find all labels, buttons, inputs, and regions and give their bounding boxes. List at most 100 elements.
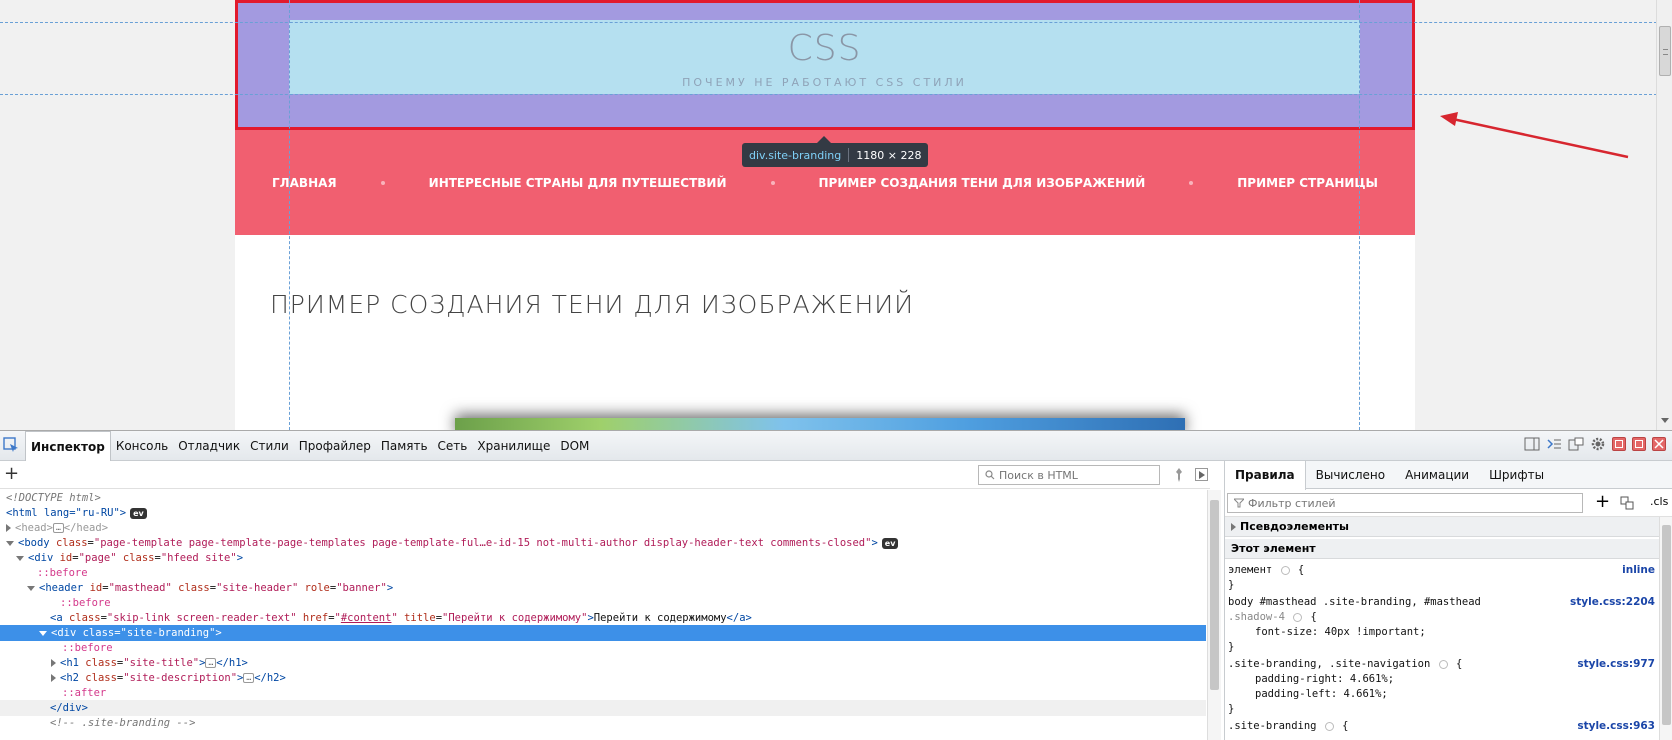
rule-selector[interactable]: body #masthead .site-branding, #masthead…	[1225, 595, 1659, 610]
tree-node[interactable]: <a class="skip-link screen-reader-text" …	[0, 610, 1206, 626]
add-rule-button[interactable]: +	[1595, 492, 1610, 512]
tree-node[interactable]: ::before	[0, 640, 1206, 656]
element-picker-icon[interactable]	[3, 437, 19, 453]
close-icon[interactable]	[1652, 437, 1666, 451]
nav-separator-dot	[770, 181, 775, 185]
nav-item-home[interactable]: ГЛАВНАЯ	[272, 176, 337, 190]
tree-node[interactable]: <head>… </head>	[0, 520, 1206, 536]
rule-selector[interactable]: .site-branding, .site-navigation {style.…	[1225, 657, 1659, 672]
rule-source-link[interactable]: style.css:963	[1577, 719, 1655, 734]
tooltip-arrow	[817, 136, 831, 143]
dom-tree: <!DOCTYPE html> <html lang="ru-RU"> ev <h…	[0, 490, 1210, 740]
rule-selector[interactable]: .site-branding {style.css:963	[1225, 719, 1659, 734]
rule-declaration[interactable]: padding-left: 4.661%;	[1225, 687, 1659, 702]
rule-inline[interactable]: элемент {inline	[1225, 563, 1659, 578]
guide-line-vertical	[1359, 0, 1360, 430]
rule-selector-continued[interactable]: .shadow-4 {	[1225, 610, 1659, 625]
rule-source-inline[interactable]: inline	[1622, 563, 1655, 578]
devtools-panel: Инспектор Консоль Отладчик Стили Профайл…	[0, 430, 1672, 740]
tab-computed[interactable]: Вычислено	[1306, 461, 1395, 488]
tab-profiler[interactable]: Профайлер	[294, 431, 376, 461]
rules-scrollbar[interactable]	[1659, 517, 1672, 740]
nav-item-countries[interactable]: ИНТЕРЕСНЫЕ СТРАНЫ ДЛЯ ПУТЕШЕСТВИЙ	[429, 176, 727, 190]
tree-node[interactable]: <div id="page" class="hfeed site">	[0, 550, 1206, 566]
markup-toolbar: +	[0, 461, 1210, 489]
tab-dom[interactable]: DOM	[555, 431, 594, 461]
html-search-input[interactable]	[999, 468, 1149, 482]
event-badge[interactable]: ev	[130, 507, 147, 519]
page-scrollbar[interactable]	[1656, 0, 1672, 430]
highlight-outline	[235, 0, 1415, 130]
rule-brace: }	[1228, 703, 1235, 715]
tree-node[interactable]: ::before	[0, 565, 1206, 581]
rules-list: Псевдоэлементы Этот элемент элемент {inl…	[1225, 517, 1659, 740]
split-console-icon[interactable]	[1546, 436, 1562, 452]
tree-node[interactable]: <html lang="ru-RU"> ev	[0, 505, 1206, 521]
toggle-sidebar-icon[interactable]	[1524, 436, 1540, 452]
nav-item-shadow-example[interactable]: ПРИМЕР СОЗДАНИЯ ТЕНИ ДЛЯ ИЗОБРАЖЕНИЙ	[819, 176, 1146, 190]
tab-console[interactable]: Консоль	[111, 431, 173, 461]
html-search-box[interactable]	[978, 465, 1160, 485]
guide-line-horizontal	[0, 22, 1672, 23]
expand-pane-button[interactable]	[1195, 468, 1208, 481]
tab-network[interactable]: Сеть	[433, 431, 473, 461]
style-filter-row: + .cls	[1225, 489, 1672, 517]
tab-debugger[interactable]: Отладчик	[173, 431, 245, 461]
tree-node[interactable]: ::after	[0, 685, 1206, 701]
gear-icon[interactable]	[1590, 436, 1606, 452]
pseudo-elements-section[interactable]: Псевдоэлементы	[1225, 517, 1659, 537]
tooltip-divider	[848, 148, 850, 162]
tooltip-element-size: 1180 × 228	[856, 148, 922, 162]
rule-brace: }	[1228, 641, 1235, 653]
tree-node-selected[interactable]: <div class="site-branding">	[0, 625, 1206, 641]
content-title: ПРИМЕР СОЗДАНИЯ ТЕНИ ДЛЯ ИЗОБРАЖЕНИЙ	[270, 290, 914, 319]
tab-animations[interactable]: Анимации	[1395, 461, 1479, 488]
tab-memory[interactable]: Память	[376, 431, 433, 461]
this-element-section: Этот элемент	[1225, 539, 1659, 559]
post-image	[455, 418, 1185, 430]
rule-declaration[interactable]: padding-right: 4.661%;	[1225, 672, 1659, 687]
filter-icon	[1234, 498, 1244, 508]
dock-side-icon[interactable]	[1612, 437, 1626, 451]
search-icon	[985, 470, 995, 480]
tab-fonts[interactable]: Шрифты	[1479, 461, 1554, 488]
nav-separator-dot	[1189, 181, 1194, 185]
toggle-pseudo-classes-icon[interactable]	[1620, 496, 1634, 510]
rules-sidebar: Правила Вычислено Анимации Шрифты + .cls…	[1224, 461, 1672, 740]
sidebar-tabs: Правила Вычислено Анимации Шрифты	[1225, 461, 1672, 490]
nav-separator-dot	[380, 181, 385, 185]
guide-line-vertical	[289, 0, 290, 430]
style-filter-box[interactable]	[1227, 493, 1583, 513]
rule-source-link[interactable]: style.css:977	[1577, 657, 1655, 672]
tab-rules[interactable]: Правила	[1225, 461, 1306, 490]
style-filter-input[interactable]	[1248, 496, 1568, 510]
tab-storage[interactable]: Хранилище	[472, 431, 555, 461]
responsive-mode-icon[interactable]	[1568, 436, 1584, 452]
element-size-tooltip: div.site-branding 1180 × 228	[742, 143, 929, 167]
tree-node[interactable]: <h1 class="site-title">… </h1>	[0, 655, 1206, 671]
rule-source-link[interactable]: style.css:2204	[1570, 595, 1655, 610]
tree-node[interactable]: <!-- .site-branding -->	[0, 715, 1206, 731]
add-node-button[interactable]: +	[4, 464, 19, 484]
cls-toggle-button[interactable]: .cls	[1650, 495, 1668, 508]
devtools-toolbar: Инспектор Консоль Отладчик Стили Профайл…	[0, 431, 1672, 462]
tree-node[interactable]: <header id="masthead" class="site-header…	[0, 580, 1206, 596]
scroll-down-arrow-icon[interactable]	[1661, 418, 1669, 423]
tree-node[interactable]: ::before	[0, 595, 1206, 611]
tab-inspector[interactable]: Инспектор	[25, 431, 111, 462]
dock-window-icon[interactable]	[1632, 437, 1646, 451]
tab-styles[interactable]: Стили	[245, 431, 294, 461]
tree-node[interactable]: <body class="page-template page-template…	[0, 535, 1206, 551]
tree-node[interactable]: <!DOCTYPE html>	[0, 490, 1206, 506]
rule-brace: }	[1228, 579, 1235, 591]
markup-scrollbar[interactable]	[1207, 490, 1221, 740]
nav-item-sample-page[interactable]: ПРИМЕР СТРАНИЦЫ	[1237, 176, 1378, 190]
guide-line-horizontal	[0, 94, 1672, 95]
tree-node[interactable]: </div>	[0, 700, 1206, 716]
page-scrollbar-thumb[interactable]	[1659, 26, 1671, 76]
pin-icon[interactable]	[1172, 467, 1186, 483]
browser-viewport: CSS ПОЧЕМУ НЕ РАБОТАЮТ CSS СТИЛИ ГЛАВНАЯ…	[0, 0, 1672, 430]
content-link[interactable]: #content	[341, 612, 392, 624]
rule-declaration[interactable]: font-size: 40px !important;	[1225, 625, 1659, 640]
tree-node[interactable]: <h2 class="site-description">… </h2>	[0, 670, 1206, 686]
